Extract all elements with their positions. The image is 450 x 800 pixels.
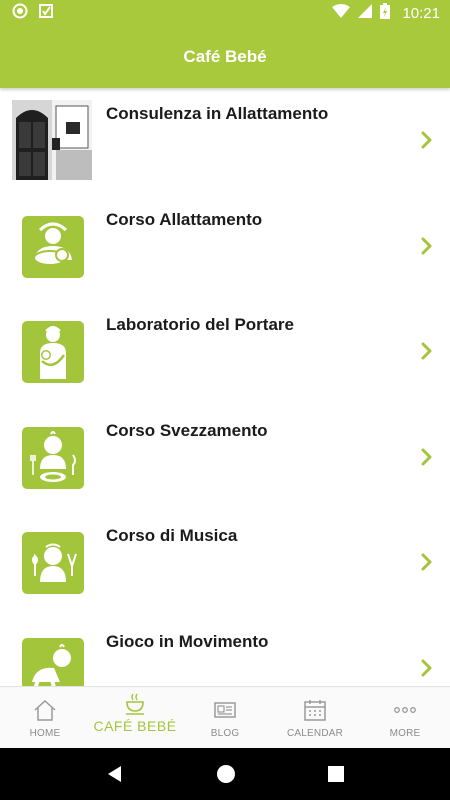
list-item-title: Laboratorio del Portare	[106, 315, 294, 334]
nav-label: HOME	[29, 728, 61, 739]
list-item-title: Gioco in Movimento	[106, 631, 269, 651]
nav-label: CALENDAR	[286, 728, 344, 739]
list-item[interactable]: Corso Allattamento	[0, 194, 450, 300]
list-item[interactable]: Corso Svezzamento	[0, 405, 450, 511]
door-photo	[12, 100, 92, 180]
status-bar: 10:21	[0, 0, 450, 26]
list-item[interactable]: Consulenza in Allattamento	[0, 88, 450, 194]
music-icon	[22, 532, 84, 594]
wifi-icon	[332, 3, 351, 23]
nav-item-cafe-bebe[interactable]: CAFÉ BEBÉ	[90, 687, 180, 748]
nav-item-blog[interactable]: BLOG	[180, 687, 270, 748]
course-list: Consulenza in Allattamento Corso Allatta…	[0, 88, 450, 686]
home-circle-icon[interactable]	[216, 764, 236, 784]
list-item-title: Corso di Musica	[106, 526, 238, 545]
cup-icon	[122, 692, 148, 716]
chevron-right-icon	[420, 658, 434, 678]
chevron-right-icon	[420, 236, 434, 256]
crawling-baby-icon	[22, 637, 84, 686]
list-item-title: Consulenza in Allattamento	[106, 104, 329, 123]
list-item-title: Corso Svezzamento	[106, 420, 268, 440]
status-left	[12, 3, 54, 24]
list-item-title: Corso Allattamento	[106, 209, 263, 229]
system-nav-bar	[0, 748, 450, 800]
app-bar: Café Bebé	[0, 26, 450, 88]
nav-item-home[interactable]: HOME	[0, 687, 90, 748]
nav-label: MORE	[389, 728, 421, 739]
status-right: 10:21	[332, 2, 440, 24]
recents-icon[interactable]	[328, 766, 344, 782]
list-item[interactable]: Gioco in Movimento	[0, 616, 450, 686]
calendar-icon	[302, 698, 328, 722]
signal-icon	[358, 3, 373, 23]
home-icon	[32, 698, 58, 722]
list-item[interactable]: Laboratorio del Portare	[0, 299, 450, 405]
list-item[interactable]: Corso di Musica	[0, 510, 450, 616]
bottom-nav: HOME CAFÉ BEBÉ BLOG CALENDAR MORE	[0, 686, 450, 748]
battery-charging-icon	[380, 2, 391, 24]
nav-item-more[interactable]: MORE	[360, 687, 450, 748]
page-title: Café Bebé	[183, 47, 267, 66]
more-icon	[392, 698, 418, 722]
nav-label: BLOG	[210, 728, 240, 739]
chevron-right-icon	[420, 341, 434, 361]
chevron-right-icon	[420, 447, 434, 467]
status-time: 10:21	[402, 4, 440, 22]
blog-icon	[212, 698, 238, 722]
weaning-icon	[22, 426, 84, 489]
chevron-right-icon	[420, 552, 434, 572]
back-icon[interactable]	[106, 765, 124, 783]
breastfeeding-icon	[22, 215, 84, 278]
nav-item-calendar[interactable]: CALENDAR	[270, 687, 360, 748]
app-notification-icon	[38, 3, 54, 24]
sync-icon	[12, 3, 28, 24]
babywearing-icon	[22, 321, 84, 383]
chevron-right-icon	[420, 130, 434, 150]
nav-label: CAFÉ BEBÉ	[93, 718, 177, 734]
